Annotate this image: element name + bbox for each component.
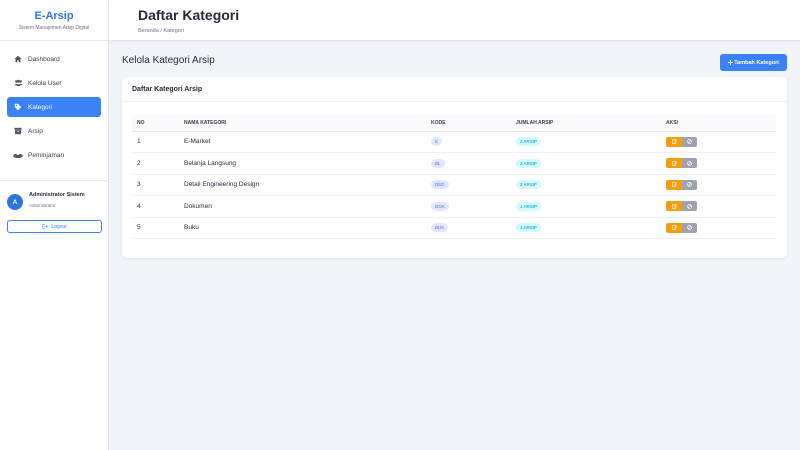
category-card: Daftar Kategori Arsip NO NAMA KATEGORI K… bbox=[122, 77, 787, 258]
brand-subtitle: Sistem Manajemen Arsip Digital bbox=[18, 25, 90, 31]
table-row: 2 Belanja Langsung BL 2 ARSIP bbox=[132, 152, 776, 175]
jumlah-badge: 2 ARSIP bbox=[516, 180, 542, 190]
edit-icon bbox=[671, 182, 677, 188]
column-header-kode: KODE bbox=[431, 115, 516, 132]
jumlah-badge: 1 ARSIP bbox=[516, 223, 542, 233]
edit-button[interactable] bbox=[666, 136, 682, 147]
cell-nama: Detail Engineering Design bbox=[184, 174, 431, 196]
column-header-no: NO bbox=[132, 115, 184, 132]
jumlah-badge: 2 ARSIP bbox=[516, 158, 542, 168]
breadcrumb[interactable]: Beranda / Kategori bbox=[138, 28, 800, 34]
sidebar-item-kategori[interactable]: Kategori bbox=[7, 97, 101, 117]
edit-button[interactable] bbox=[666, 179, 682, 190]
sidebar-item-label: Kategori bbox=[28, 103, 53, 111]
home-icon bbox=[13, 54, 23, 64]
sidebar-nav: Dashboard Kelola User Kategori Arsip Pem… bbox=[0, 41, 108, 165]
kode-badge: DOK bbox=[431, 201, 449, 211]
cell-nama: Belanja Langsung bbox=[184, 152, 431, 175]
plus-icon bbox=[728, 60, 734, 65]
cell-no: 1 bbox=[132, 131, 184, 153]
category-table: NO NAMA KATEGORI KODE JUMLAH ARSIP AKSI … bbox=[132, 115, 776, 239]
column-header-nama: NAMA KATEGORI bbox=[184, 115, 431, 132]
cell-no: 3 bbox=[132, 174, 184, 196]
column-header-jumlah: JUMLAH ARSIP bbox=[516, 115, 666, 132]
kode-badge: BUK bbox=[431, 223, 449, 233]
row-actions bbox=[666, 201, 697, 212]
edit-button[interactable] bbox=[666, 222, 682, 233]
edit-icon bbox=[671, 161, 677, 166]
handshake-icon bbox=[13, 150, 23, 160]
kode-badge: BL bbox=[431, 158, 445, 168]
sidebar-item-dashboard[interactable]: Dashboard bbox=[7, 49, 101, 69]
cell-nama: Dokumen bbox=[184, 195, 431, 218]
kode-badge: E bbox=[431, 137, 443, 147]
card-divider bbox=[122, 101, 787, 102]
delete-icon bbox=[687, 203, 692, 209]
cell-no: 4 bbox=[132, 195, 184, 218]
jumlah-badge: 1 ARSIP bbox=[516, 201, 542, 211]
users-icon bbox=[13, 78, 23, 88]
delete-icon bbox=[687, 139, 692, 145]
cell-nama: E-Market bbox=[184, 131, 431, 153]
delete-button[interactable] bbox=[682, 179, 697, 190]
sidebar-item-arsip[interactable]: Arsip bbox=[7, 121, 101, 141]
cell-no: 2 bbox=[132, 152, 184, 175]
sidebar-item-label: Dashboard bbox=[28, 55, 60, 63]
sidebar-item-label: Kelola User bbox=[28, 79, 62, 87]
cell-nama: Buku bbox=[184, 217, 431, 239]
page-header: Daftar Kategori Beranda / Kategori bbox=[109, 0, 800, 41]
row-actions bbox=[666, 179, 697, 190]
brand-title[interactable]: E-Arsip bbox=[0, 10, 108, 22]
row-actions bbox=[666, 158, 697, 169]
avatar: A bbox=[7, 194, 23, 210]
table-row: 4 Dokumen DOK 1 ARSIP bbox=[132, 195, 776, 218]
sidebar: E-Arsip Sistem Manajemen Arsip Digital D… bbox=[0, 0, 109, 450]
delete-icon bbox=[687, 182, 692, 188]
page-title: Daftar Kategori bbox=[138, 7, 240, 23]
table-header-row: NO NAMA KATEGORI KODE JUMLAH ARSIP AKSI bbox=[132, 115, 776, 132]
archive-icon bbox=[13, 126, 23, 136]
tag-icon bbox=[13, 102, 23, 112]
delete-icon bbox=[687, 160, 692, 166]
row-actions bbox=[666, 136, 697, 147]
cell-no: 5 bbox=[132, 217, 184, 239]
row-actions bbox=[666, 222, 697, 233]
jumlah-badge: 2 ARSIP bbox=[516, 137, 542, 147]
edit-button[interactable] bbox=[666, 158, 682, 169]
table-row: 5 Buku BUK 1 ARSIP bbox=[132, 217, 776, 239]
user-panel: A Administrator Sistem Administrator Log… bbox=[0, 180, 109, 241]
edit-icon bbox=[671, 225, 677, 231]
delete-button[interactable] bbox=[682, 201, 697, 212]
edit-icon bbox=[671, 204, 677, 209]
sidebar-item-peminjaman[interactable]: Peminjaman bbox=[7, 145, 101, 165]
table-row: 3 Detail Engineering Design DED 2 ARSIP bbox=[132, 174, 776, 196]
brand: E-Arsip Sistem Manajemen Arsip Digital bbox=[0, 0, 108, 41]
column-header-aksi: AKSI bbox=[666, 115, 776, 132]
section-title: Kelola Kategori Arsip bbox=[122, 55, 215, 66]
logout-button[interactable]: Logout bbox=[7, 220, 102, 233]
edit-icon bbox=[671, 139, 677, 145]
sidebar-item-kelola-user[interactable]: Kelola User bbox=[7, 73, 101, 93]
delete-button[interactable] bbox=[682, 222, 697, 233]
kode-badge: DED bbox=[431, 180, 449, 190]
delete-button[interactable] bbox=[682, 136, 697, 147]
sidebar-item-label: Peminjaman bbox=[28, 151, 65, 159]
user-role: Administrator bbox=[29, 202, 56, 208]
card-title: Daftar Kategori Arsip bbox=[132, 86, 203, 93]
sidebar-item-label: Arsip bbox=[28, 127, 43, 135]
logout-label: Logout bbox=[51, 223, 67, 230]
user-name: Administrator Sistem bbox=[29, 191, 85, 198]
logout-icon bbox=[42, 224, 49, 229]
table-row: 1 E-Market E 2 ARSIP bbox=[132, 131, 776, 153]
add-category-label: Tambah Kategori bbox=[734, 59, 779, 66]
edit-button[interactable] bbox=[666, 201, 682, 212]
add-category-button[interactable]: Tambah Kategori bbox=[720, 54, 787, 71]
delete-icon bbox=[687, 225, 692, 231]
delete-button[interactable] bbox=[682, 158, 697, 169]
